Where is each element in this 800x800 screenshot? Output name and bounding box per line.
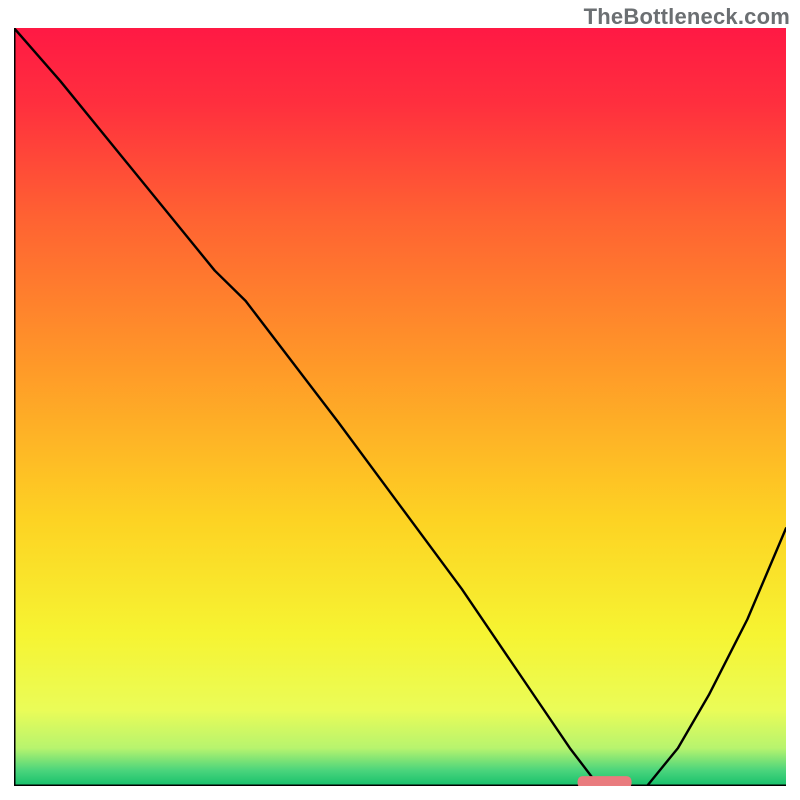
chart-frame: TheBottleneck.com [0,0,800,800]
plot-container [14,28,786,786]
gradient-background [14,28,786,786]
watermark-text: TheBottleneck.com [584,4,790,30]
optimal-zone-marker [578,776,632,786]
bottleneck-chart [14,28,786,786]
